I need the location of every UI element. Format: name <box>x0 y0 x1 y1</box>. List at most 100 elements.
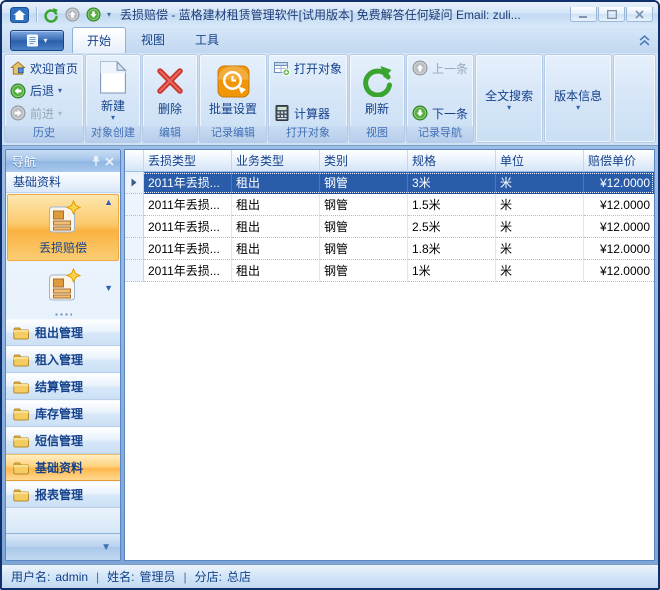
table-cell: ¥12.0000 <box>584 172 654 194</box>
sidebar-item-2[interactable]: 租入管理 <box>6 346 120 373</box>
window-title: 丢损赔偿 - 蓝格建材租赁管理软件[试用版本] 免费解答任何疑问 Email: … <box>120 6 563 23</box>
ribbon-tab-3[interactable]: 工具 <box>180 27 234 53</box>
table-row-2[interactable]: 2011年丢损...租出钢管1.5米米¥12.0000 <box>125 194 654 216</box>
ribbon-button-label: 全文搜索 <box>485 87 533 104</box>
ribbon-group-body: 删除 <box>143 55 197 126</box>
up-circle-icon <box>65 7 80 22</box>
sidebar-item-3[interactable]: 结算管理 <box>6 373 120 400</box>
ribbon-button: 前进▾ <box>10 104 62 122</box>
sidebar-item-5[interactable]: 短信管理 <box>6 427 120 454</box>
ribbon-button[interactable]: 欢迎首页 <box>10 59 78 77</box>
table-cell: 2011年丢损... <box>144 238 232 260</box>
grid-column-header[interactable]: 业务类型 <box>232 150 320 171</box>
app-window: ▾ 丢损赔偿 - 蓝格建材租赁管理软件[试用版本] 免费解答任何疑问 Email… <box>0 0 660 590</box>
close-nav-icon[interactable] <box>105 157 114 166</box>
back-circle-icon <box>10 83 26 99</box>
sidebar-splitter[interactable] <box>6 310 120 319</box>
ribbon-button-label: 后退 <box>30 82 54 99</box>
ribbon-button[interactable]: 批量设置 <box>203 63 263 118</box>
ribbon-button[interactable]: 打开对象 <box>274 59 342 77</box>
chevron-down-icon[interactable]: ▼ <box>101 542 111 553</box>
sidebar-section-header: 基础资料 <box>6 172 120 193</box>
ribbon-filler-panel <box>613 54 656 143</box>
status-separator: | <box>184 570 187 584</box>
home-button[interactable] <box>7 5 31 24</box>
sidebar-item-label: 库存管理 <box>35 405 83 422</box>
table-cell: 米 <box>496 194 584 216</box>
name-label: 姓名: <box>107 568 134 585</box>
ribbon-button[interactable]: 下一条 <box>412 104 468 122</box>
ribbon-button-label: 欢迎首页 <box>30 60 78 77</box>
quick-access-up-button[interactable] <box>63 6 81 23</box>
ribbon-tab-2[interactable]: 视图 <box>126 27 180 53</box>
minimize-button[interactable] <box>570 7 597 22</box>
sidebar-item-6[interactable]: 基础资料 <box>6 454 120 481</box>
form-star-icon <box>45 268 82 304</box>
quick-access-refresh-button[interactable] <box>42 6 60 23</box>
grid-column-header[interactable]: 规格 <box>408 150 496 171</box>
new-document-icon <box>95 61 131 95</box>
table-cell: 2.5米 <box>408 216 496 238</box>
ribbon-button-label: 新建 <box>101 97 125 114</box>
table-cell: ¥12.0000 <box>584 238 654 260</box>
ribbon-group-label: 历史 <box>5 126 83 142</box>
dropdown-icon[interactable]: ▼ <box>104 284 113 293</box>
titlebar-separator <box>36 7 37 22</box>
maximize-button[interactable] <box>598 7 625 22</box>
grid-column-header[interactable]: 丢损类型 <box>144 150 232 171</box>
table-cell: 租出 <box>232 260 320 282</box>
ribbon-button[interactable]: 全文搜索▾ <box>479 86 539 112</box>
data-grid: 丢损类型业务类型类别规格单位赔偿单价 2011年丢损...租出钢管3米米¥12.… <box>124 149 655 561</box>
ribbon-group-body: 版本信息▾ <box>545 55 611 142</box>
sidebar-item-4[interactable]: 库存管理 <box>6 400 120 427</box>
form-star-icon <box>45 200 82 236</box>
ribbon-group-body: 批量设置 <box>200 55 266 126</box>
ribbon-button[interactable]: 删除 <box>146 63 194 118</box>
ribbon-tab-1[interactable]: 开始 <box>72 27 126 53</box>
ribbon-button[interactable]: 计算器 <box>274 104 330 122</box>
ribbon-button[interactable]: 新建▾ <box>89 60 137 122</box>
quick-access-down-button[interactable] <box>84 6 102 23</box>
grid-rows: 2011年丢损...租出钢管3米米¥12.00002011年丢损...租出钢管1… <box>125 172 654 282</box>
table-row-4[interactable]: 2011年丢损...租出钢管1.8米米¥12.0000 <box>125 238 654 260</box>
grid-column-header[interactable]: 单位 <box>496 150 584 171</box>
grid-column-header[interactable]: 类别 <box>320 150 408 171</box>
navigation-body: 基础资料 ▲ 丢损赔偿 ▼ 租出管理租入管理结算管理库存管理短信管理基础资料报表… <box>6 172 120 560</box>
folder-icon <box>13 460 29 476</box>
table-cell: 钢管 <box>320 260 408 282</box>
sidebar-item-label: 短信管理 <box>35 432 83 449</box>
grid-empty-area <box>125 282 654 560</box>
sidebar-item-7[interactable]: 报表管理 <box>6 481 120 508</box>
ribbon-group-label: 记录导航 <box>407 126 473 142</box>
scroll-up-icon[interactable]: ▲ <box>104 198 113 207</box>
close-button[interactable] <box>626 7 653 22</box>
application-menu-button[interactable]: ▾ <box>10 30 64 51</box>
refresh-icon <box>359 64 395 98</box>
ribbon-button-label: 版本信息 <box>554 87 602 104</box>
ribbon-button[interactable]: 后退▾ <box>10 82 62 100</box>
status-separator: | <box>96 570 99 584</box>
sidebar-icon-only-item[interactable]: ▼ <box>6 262 120 310</box>
table-cell: 1.8米 <box>408 238 496 260</box>
ribbon-group-body: 打开对象计算器 <box>269 55 347 126</box>
ribbon: 欢迎首页后退▾前进▾历史新建▾对象创建删除编辑批量设置记录编辑打开对象计算器打开… <box>2 53 658 146</box>
table-row-5[interactable]: 2011年丢损...租出钢管1米米¥12.0000 <box>125 260 654 282</box>
ribbon-group-4: 批量设置记录编辑 <box>199 54 267 143</box>
refresh-icon <box>43 7 59 23</box>
table-row-3[interactable]: 2011年丢损...租出钢管2.5米米¥12.0000 <box>125 216 654 238</box>
collapse-ribbon-button[interactable] <box>636 35 652 46</box>
sidebar-item-1[interactable]: 租出管理 <box>6 319 120 346</box>
row-indicator-cell <box>125 238 144 260</box>
quick-access-dropdown-icon[interactable]: ▾ <box>107 11 111 19</box>
ribbon-group-label: 视图 <box>350 126 404 142</box>
pin-icon[interactable] <box>91 155 101 167</box>
ribbon-button[interactable]: 版本信息▾ <box>548 86 608 112</box>
grid-column-header[interactable]: 赔偿单价 <box>584 150 654 171</box>
status-bar: 用户名: admin | 姓名: 管理员 | 分店: 总店 <box>2 564 658 588</box>
ribbon-tab-row: ▾ 开始视图工具 <box>2 27 658 53</box>
username-value: admin <box>55 570 88 584</box>
table-row-1[interactable]: 2011年丢损...租出钢管3米米¥12.0000 <box>125 172 654 194</box>
sidebar-item-loss-compensation[interactable]: ▲ 丢损赔偿 <box>7 194 119 261</box>
sidebar-filler <box>6 508 120 533</box>
ribbon-button[interactable]: 刷新 <box>353 63 401 118</box>
